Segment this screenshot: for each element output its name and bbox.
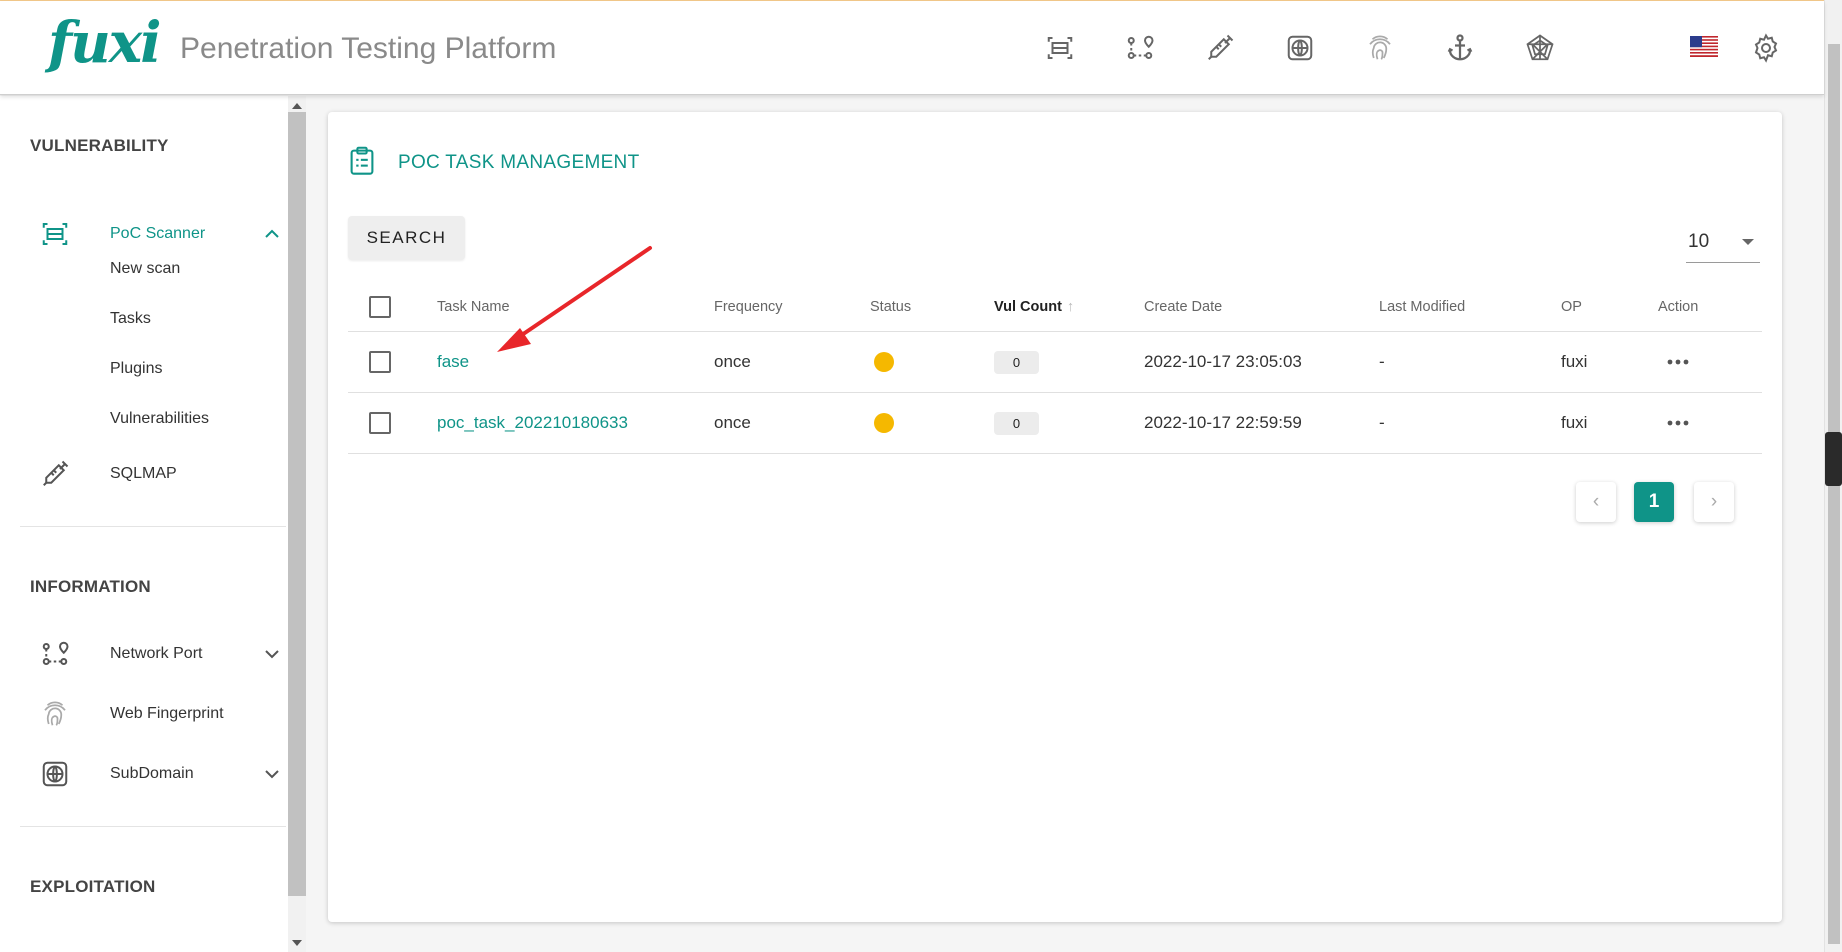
- search-button[interactable]: SEARCH: [348, 216, 465, 260]
- sidebar-divider: [20, 526, 286, 527]
- op-cell: fuxi: [1561, 352, 1588, 371]
- table-row: fase once 0 2022-10-17 23:05:03 - fuxi: [348, 332, 1762, 393]
- op-cell: fuxi: [1561, 413, 1588, 432]
- vul-count-chip: 0: [994, 412, 1039, 435]
- pagination-prev-button[interactable]: ‹: [1576, 482, 1616, 522]
- sidebar-item-sqlmap[interactable]: SQLMAP: [0, 454, 288, 494]
- task-card: POC TASK MANAGEMENT SEARCH 10 Task Name …: [328, 112, 1782, 922]
- scanner-icon: [38, 217, 72, 251]
- column-action: Action: [1658, 299, 1699, 315]
- frequency-cell: once: [714, 352, 751, 371]
- sidebar-item-web-fingerprint[interactable]: Web Fingerprint: [0, 694, 288, 734]
- sort-arrow-icon[interactable]: ↑: [1067, 282, 1074, 332]
- status-indicator: [874, 413, 894, 433]
- gear-icon[interactable]: [1750, 32, 1782, 64]
- row-checkbox[interactable]: [369, 351, 391, 373]
- subdomain-icon[interactable]: [1284, 32, 1316, 64]
- sidebar-item-label: SQLMAP: [110, 465, 177, 482]
- section-exploitation: EXPLOITATION: [30, 877, 156, 896]
- sidebar-item-poc-scanner[interactable]: PoC Scanner: [0, 214, 288, 254]
- chevron-down-icon[interactable]: [262, 644, 282, 664]
- last-modified-cell: -: [1379, 352, 1385, 371]
- sidebar-divider: [20, 826, 286, 827]
- subdomain-icon: [38, 757, 72, 791]
- dropdown-caret-icon: [1742, 239, 1754, 245]
- section-vulnerability: VULNERABILITY: [30, 136, 169, 155]
- column-create-date[interactable]: Create Date: [1144, 282, 1222, 332]
- column-last-modified[interactable]: Last Modified: [1379, 282, 1465, 332]
- sidebar-item-network-port[interactable]: Network Port: [0, 634, 288, 674]
- scrollbar-thumb[interactable]: [288, 112, 306, 896]
- table-row: poc_task_202210180633 once 0 2022-10-17 …: [348, 393, 1762, 454]
- page-title: POC TASK MANAGEMENT: [398, 152, 640, 173]
- task-name-link[interactable]: poc_task_202210180633: [437, 393, 628, 453]
- column-frequency[interactable]: Frequency: [714, 282, 783, 332]
- select-all-checkbox[interactable]: [369, 296, 391, 318]
- frequency-cell: once: [714, 413, 751, 432]
- syringe-icon[interactable]: [1204, 32, 1236, 64]
- vul-count-chip: 0: [994, 351, 1039, 374]
- sidebar-item-label: Web Fingerprint: [110, 705, 224, 722]
- rows-per-page-select[interactable]: 10: [1686, 227, 1760, 263]
- clipboard-icon: [350, 146, 374, 175]
- sidebar-scrollbar[interactable]: [288, 96, 306, 952]
- us-flag-icon[interactable]: [1690, 36, 1718, 57]
- status-indicator: [874, 352, 894, 372]
- sidebar-item-label: Network Port: [110, 645, 203, 662]
- syringe-icon: [38, 457, 72, 491]
- spider-web-icon[interactable]: [1524, 32, 1556, 64]
- scanner-icon[interactable]: [1044, 32, 1076, 64]
- network-port-icon: [38, 637, 72, 671]
- fingerprint-icon: [38, 697, 72, 731]
- chevron-down-icon[interactable]: [262, 764, 282, 784]
- sidebar-item-subdomain[interactable]: SubDomain: [0, 754, 288, 794]
- column-status[interactable]: Status: [870, 282, 911, 332]
- chevron-up-icon[interactable]: [262, 224, 282, 244]
- scroll-down-icon[interactable]: [292, 940, 302, 946]
- row-checkbox[interactable]: [369, 412, 391, 434]
- column-vul-count[interactable]: Vul Count ↑: [994, 282, 1074, 332]
- app-logo[interactable]: fuxi: [48, 15, 161, 71]
- sidebar-subitem-tasks[interactable]: Tasks: [110, 310, 151, 328]
- create-date-cell: 2022-10-17 23:05:03: [1144, 352, 1302, 371]
- column-label: Vul Count: [994, 299, 1062, 315]
- column-op[interactable]: OP: [1561, 282, 1582, 332]
- sidebar-subitem-plugins[interactable]: Plugins: [110, 360, 162, 378]
- sidebar-item-label: SubDomain: [110, 765, 194, 782]
- sidebar-subitem-new-scan[interactable]: New scan: [110, 260, 180, 278]
- pagination-next-button[interactable]: ›: [1694, 482, 1734, 522]
- more-actions-icon[interactable]: [1663, 348, 1693, 376]
- section-information: INFORMATION: [30, 577, 151, 596]
- pagination-page-button[interactable]: 1: [1634, 482, 1674, 522]
- sidebar-subitem-vulnerabilities[interactable]: Vulnerabilities: [110, 410, 209, 428]
- more-actions-icon[interactable]: [1663, 409, 1693, 437]
- minimap-widget: [1825, 432, 1842, 486]
- anchor-icon[interactable]: [1444, 32, 1476, 64]
- sidebar-item-label: PoC Scanner: [110, 225, 206, 242]
- fingerprint-icon[interactable]: [1364, 32, 1396, 64]
- create-date-cell: 2022-10-17 22:59:59: [1144, 413, 1302, 432]
- scroll-up-icon[interactable]: [292, 103, 302, 109]
- sidebar: VULNERABILITY PoC Scanner New scan Tasks…: [0, 96, 288, 952]
- table-header: Task Name Frequency Status Vul Count ↑ Cr…: [348, 282, 1762, 332]
- app-title: Penetration Testing Platform: [180, 32, 557, 65]
- task-name-link[interactable]: fase: [437, 332, 469, 392]
- rows-per-page-value: 10: [1688, 231, 1710, 252]
- network-port-icon[interactable]: [1124, 32, 1156, 64]
- app-header: fuxi Penetration Testing Platform: [0, 1, 1824, 95]
- last-modified-cell: -: [1379, 413, 1385, 432]
- column-task-name[interactable]: Task Name: [437, 282, 510, 332]
